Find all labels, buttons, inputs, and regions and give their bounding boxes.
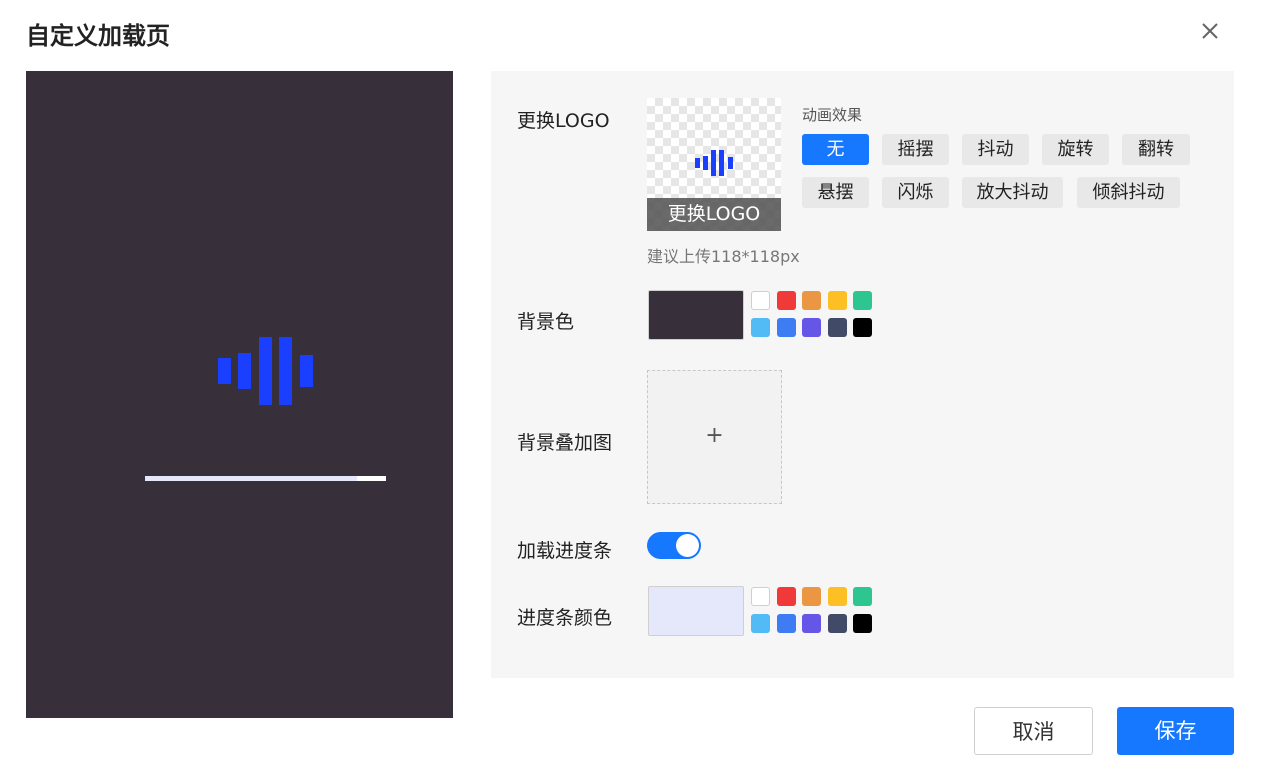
background-color-label: 背景色	[517, 311, 575, 333]
progress-color-swatch[interactable]	[802, 613, 821, 633]
animation-option-rotate[interactable]: 旋转	[1042, 134, 1109, 165]
background-color-swatch[interactable]	[827, 291, 847, 310]
dialog-title: 自定义加载页	[26, 22, 170, 50]
animation-option-tilt-shake[interactable]: 倾斜抖动	[1077, 177, 1180, 208]
background-color-swatch[interactable]	[802, 317, 821, 337]
logo-upload-box[interactable]: 更换LOGO	[647, 98, 781, 231]
animation-option-none[interactable]: 无	[802, 134, 869, 165]
cancel-button[interactable]: 取消	[974, 707, 1093, 755]
animation-option-shake[interactable]: 抖动	[962, 134, 1029, 165]
background-color-preview[interactable]	[648, 290, 744, 340]
animation-option-sway[interactable]: 摇摆	[882, 134, 949, 165]
progress-color-swatch[interactable]	[827, 587, 847, 606]
background-color-swatch[interactable]	[751, 317, 770, 337]
background-color-swatch[interactable]	[751, 291, 770, 310]
background-color-swatch[interactable]	[802, 291, 821, 310]
progress-color-swatch[interactable]	[802, 587, 821, 606]
sound-bars-logo-icon	[695, 150, 733, 176]
change-logo-button[interactable]: 更换LOGO	[647, 198, 781, 231]
animation-option-zoom-shake[interactable]: 放大抖动	[962, 177, 1063, 208]
plus-icon: +	[705, 423, 724, 448]
save-button[interactable]: 保存	[1117, 707, 1234, 755]
progress-bar-label: 加载进度条	[517, 540, 613, 562]
progress-color-swatch[interactable]	[853, 613, 872, 633]
animation-option-swing[interactable]: 悬摆	[802, 177, 869, 208]
progress-color-label: 进度条颜色	[517, 607, 613, 629]
loading-preview	[26, 71, 453, 718]
progress-color-swatch[interactable]	[853, 587, 872, 606]
progress-color-swatch[interactable]	[751, 613, 770, 633]
background-color-swatch[interactable]	[827, 317, 847, 337]
background-color-swatch[interactable]	[776, 317, 796, 337]
background-overlay-label: 背景叠加图	[517, 432, 613, 454]
progress-color-swatch[interactable]	[776, 587, 796, 606]
animation-option-flash[interactable]: 闪烁	[882, 177, 949, 208]
background-color-swatch[interactable]	[776, 291, 796, 310]
background-color-swatch[interactable]	[853, 291, 872, 310]
progress-bar-toggle[interactable]	[647, 532, 701, 559]
preview-progress-bar	[145, 476, 386, 481]
logo-size-hint: 建议上传118*118px	[647, 247, 800, 266]
progress-color-swatch[interactable]	[776, 613, 796, 633]
logo-label: 更换LOGO	[517, 110, 610, 132]
progress-color-swatch[interactable]	[751, 587, 770, 606]
animation-title: 动画效果	[802, 106, 863, 124]
preview-progress-fill	[145, 476, 358, 481]
toggle-knob	[676, 534, 699, 557]
overlay-image-upload[interactable]: +	[647, 370, 782, 504]
close-icon[interactable]	[1199, 20, 1221, 42]
progress-color-swatch[interactable]	[827, 613, 847, 633]
progress-color-preview[interactable]	[648, 586, 744, 636]
background-color-swatch[interactable]	[853, 317, 872, 337]
animation-option-flip[interactable]: 翻转	[1122, 134, 1190, 165]
sound-bars-logo-icon	[218, 337, 313, 405]
